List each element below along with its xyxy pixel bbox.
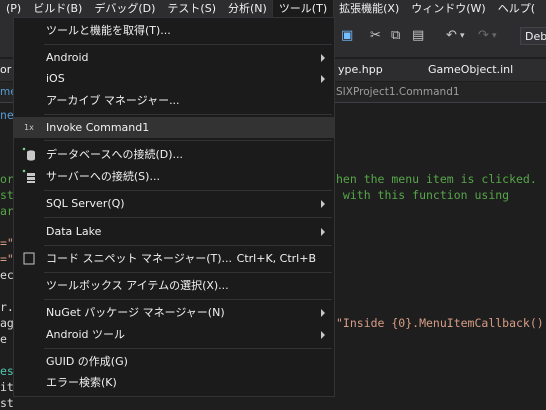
paste-icon[interactable]: ▤ bbox=[412, 28, 424, 43]
code-fragment: ne bbox=[0, 108, 14, 122]
menu-test[interactable]: テスト(S) bbox=[161, 0, 222, 17]
menu-item-code-snippet-manager[interactable]: コード スニペット マネージャー(T)... Ctrl+K, Ctrl+B bbox=[14, 248, 334, 269]
shortcut-text: Ctrl+K, Ctrl+B bbox=[236, 252, 316, 265]
menu-analyze[interactable]: 分析(N) bbox=[222, 0, 273, 17]
submenu-arrow-icon bbox=[321, 309, 325, 317]
code-line: r. bbox=[0, 300, 14, 314]
menu-separator bbox=[44, 114, 332, 115]
command-1x-icon: 1x bbox=[24, 123, 34, 132]
menu-item-invoke-command1[interactable]: 1x Invoke Command1 bbox=[14, 117, 334, 138]
menu-separator bbox=[44, 44, 332, 45]
menu-item-nuget-package-manager[interactable]: NuGet パッケージ マネージャー(N) bbox=[14, 302, 334, 323]
menu-help[interactable]: ヘルプ( bbox=[492, 0, 541, 17]
menu-bar: (P) ビルド(B) デバッグ(D) テスト(S) 分析(N) ツール(T) 拡… bbox=[0, 0, 546, 18]
redo-dropdown-icon[interactable]: ▾ bbox=[492, 31, 497, 41]
submenu-arrow-icon bbox=[321, 228, 325, 236]
code-line: with this function using bbox=[336, 188, 510, 202]
menu-item-archive-manager[interactable]: アーカイブ マネージャー... bbox=[14, 90, 334, 111]
menu-item-android-tools[interactable]: Android ツール bbox=[14, 324, 334, 345]
menu-item-sql-server[interactable]: SQL Server(Q) bbox=[14, 193, 334, 214]
tab-type-hpp[interactable]: ype.hpp bbox=[338, 59, 383, 81]
menu-extensions[interactable]: 拡張機能(X) bbox=[333, 0, 405, 17]
menu-separator bbox=[44, 217, 332, 218]
menu-item-get-tools-features[interactable]: ツールと機能を取得(T)... bbox=[14, 20, 334, 41]
menu-item-connect-database[interactable]: データベースへの接続(D)... bbox=[14, 144, 334, 165]
menu-item-error-lookup[interactable]: エラー検索(K) bbox=[14, 372, 334, 393]
code-line: =" bbox=[0, 236, 14, 250]
code-line: st bbox=[0, 396, 14, 410]
menu-item-ios[interactable]: iOS bbox=[14, 68, 334, 89]
tab-partial[interactable]: or bbox=[0, 59, 11, 81]
menu-separator bbox=[44, 140, 332, 141]
menu-separator bbox=[44, 272, 332, 273]
code-line: it bbox=[0, 380, 14, 394]
menu-item-data-lake[interactable]: Data Lake bbox=[14, 221, 334, 242]
menu-item-android[interactable]: Android bbox=[14, 47, 334, 68]
database-connect-icon bbox=[21, 147, 37, 162]
code-line: e bbox=[0, 332, 7, 346]
menu-separator bbox=[44, 245, 332, 246]
tools-dropdown-menu: ツールと機能を取得(T)... Android iOS アーカイブ マネージャー… bbox=[13, 17, 335, 397]
menu-separator bbox=[44, 190, 332, 191]
menu-separator bbox=[44, 299, 332, 300]
cut-icon[interactable]: ✂ bbox=[370, 28, 381, 43]
menu-separator bbox=[44, 348, 332, 349]
code-line: st bbox=[0, 188, 14, 202]
snippet-checkbox-icon bbox=[21, 251, 37, 266]
server-connect-icon bbox=[21, 169, 37, 184]
menu-item-choose-toolbox-items[interactable]: ツールボックス アイテムの選択(X)... bbox=[14, 275, 334, 296]
code-line: or bbox=[0, 172, 14, 186]
copy-icon[interactable]: ⧉ bbox=[391, 28, 400, 43]
menu-build[interactable]: ビルド(B) bbox=[27, 0, 88, 17]
submenu-arrow-icon bbox=[321, 54, 325, 62]
code-line: ag bbox=[0, 316, 14, 330]
code-line: ar bbox=[0, 204, 14, 218]
menu-tools[interactable]: ツール(T) bbox=[271, 0, 335, 18]
code-line: "Inside {0}.MenuItemCallback() bbox=[336, 316, 544, 330]
menu-item-create-guid[interactable]: GUID の作成(G) bbox=[14, 351, 334, 372]
tab-gameobject-inl[interactable]: GameObject.inl bbox=[428, 59, 513, 81]
menu-project[interactable]: (P) bbox=[0, 0, 27, 17]
redo-icon[interactable]: ↷ bbox=[478, 28, 489, 43]
undo-icon[interactable]: ↶ bbox=[446, 28, 457, 43]
menu-item-connect-server[interactable]: サーバーへの接続(S)... bbox=[14, 166, 334, 187]
submenu-arrow-icon bbox=[321, 331, 325, 339]
menu-window[interactable]: ウィンドウ(W) bbox=[405, 0, 491, 17]
submenu-arrow-icon bbox=[321, 200, 325, 208]
code-line: hen the menu item is clicked. bbox=[336, 172, 537, 186]
menu-debug[interactable]: デバッグ(D) bbox=[88, 0, 161, 17]
undo-dropdown-icon[interactable]: ▾ bbox=[460, 31, 465, 41]
nav-scope[interactable]: SIXProject1.Command1 bbox=[336, 86, 460, 98]
submenu-arrow-icon bbox=[321, 75, 325, 83]
solution-configuration-select[interactable]: Deb bbox=[520, 27, 546, 45]
code-line: ec bbox=[0, 268, 14, 282]
code-line: =" bbox=[0, 252, 14, 266]
save-all-icon[interactable]: ▣ bbox=[341, 28, 353, 43]
code-line: es bbox=[0, 364, 14, 378]
